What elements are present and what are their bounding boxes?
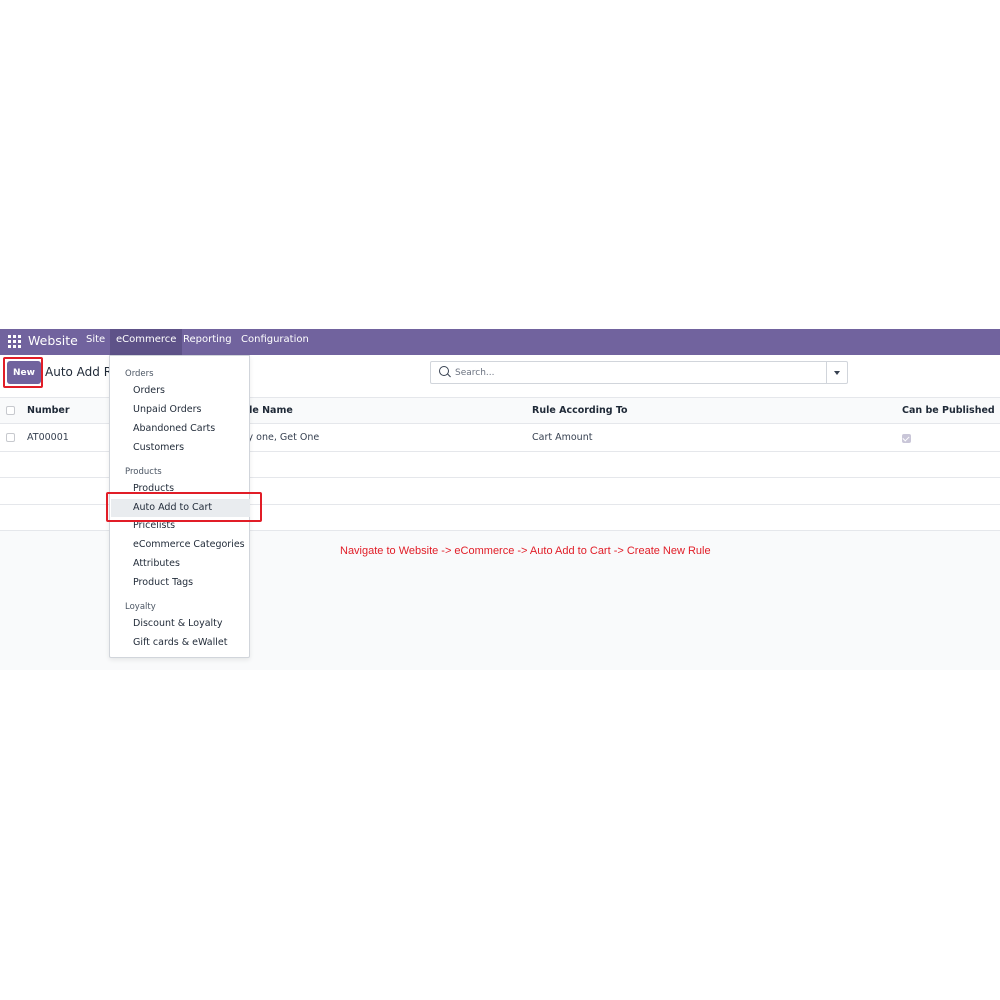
- menu-item-discount-loyalty[interactable]: Discount & Loyalty: [111, 615, 250, 633]
- menu-site[interactable]: Site: [80, 329, 111, 355]
- menu-item-ecommerce-categories[interactable]: eCommerce Categories: [111, 536, 250, 554]
- col-number[interactable]: Number: [27, 405, 70, 416]
- cell-rule-according-to: Cart Amount: [532, 432, 593, 443]
- top-navbar: Website Site eCommerce Reporting Configu…: [0, 329, 1000, 355]
- app-brand[interactable]: Website: [28, 333, 78, 348]
- instruction-annotation: Navigate to Website -> eCommerce -> Auto…: [340, 545, 711, 557]
- section-header-products: Products: [125, 467, 162, 477]
- section-header-orders: Orders: [125, 369, 154, 379]
- menu-item-unpaid-orders[interactable]: Unpaid Orders: [111, 401, 250, 419]
- col-rule-according-to[interactable]: Rule According To: [532, 405, 628, 416]
- menu-configuration[interactable]: Configuration: [235, 329, 315, 355]
- search-options-toggle[interactable]: [826, 362, 847, 383]
- menu-item-abandoned-carts[interactable]: Abandoned Carts: [111, 420, 250, 438]
- can-be-published-checkbox: [902, 434, 911, 443]
- menu-item-orders[interactable]: Orders: [111, 382, 250, 400]
- search-input[interactable]: [455, 364, 815, 381]
- menu-item-gift-cards-ewallet[interactable]: Gift cards & eWallet: [111, 634, 250, 652]
- col-can-be-published[interactable]: Can be Published: [902, 405, 995, 416]
- section-header-loyalty: Loyalty: [125, 602, 156, 612]
- apps-grid-icon[interactable]: [8, 335, 21, 348]
- search-icon: [439, 366, 449, 376]
- menu-item-attributes[interactable]: Attributes: [111, 555, 250, 573]
- select-all-checkbox[interactable]: [6, 406, 15, 415]
- search-bar[interactable]: [430, 361, 848, 384]
- menu-reporting[interactable]: Reporting: [177, 329, 238, 355]
- menu-item-customers[interactable]: Customers: [111, 439, 250, 457]
- auto-add-to-cart-highlight: [106, 492, 262, 522]
- new-button-highlight: [3, 357, 43, 388]
- menu-ecommerce[interactable]: eCommerce: [110, 329, 183, 355]
- cell-number: AT00001: [27, 432, 69, 443]
- row-checkbox[interactable]: [6, 433, 15, 442]
- menu-item-product-tags[interactable]: Product Tags: [111, 574, 250, 592]
- odoo-app: Website Site eCommerce Reporting Configu…: [0, 329, 1000, 670]
